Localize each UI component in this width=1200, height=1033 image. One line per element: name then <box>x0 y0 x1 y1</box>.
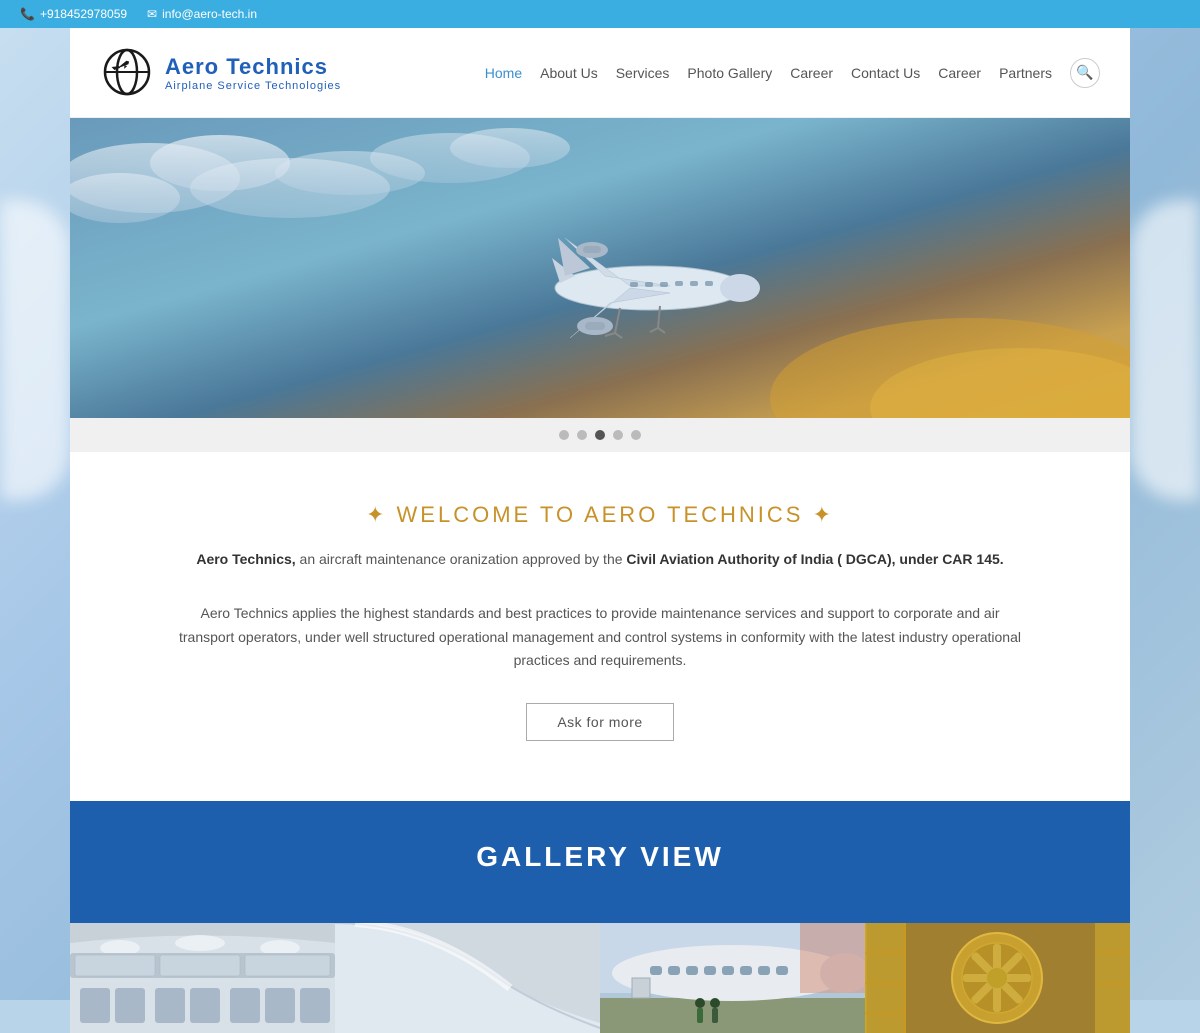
gallery-grid <box>70 923 1130 1033</box>
logo-subtitle: Airplane Service Technologies <box>165 80 341 92</box>
gallery-section: GALLERY VIEW <box>70 801 1130 923</box>
ask-more-button[interactable]: Ask for more <box>526 703 673 741</box>
gallery-item-engine[interactable] <box>865 923 1130 1033</box>
welcome-section: ✦ Welcome to Aero Technics ✦ Aero Techni… <box>70 452 1130 801</box>
search-button[interactable]: 🔍 <box>1070 58 1100 88</box>
slider-dot-2[interactable] <box>577 430 587 440</box>
logo-icon <box>100 45 155 100</box>
welcome-title: ✦ Welcome to Aero Technics ✦ <box>150 502 1050 528</box>
email-item: ✉ info@aero-tech.in <box>147 7 257 21</box>
main-wrapper: Aero Technics Airplane Service Technolog… <box>70 28 1130 1033</box>
nav-home[interactable]: Home <box>485 60 522 86</box>
nav-services[interactable]: Services <box>616 60 670 86</box>
main-nav: Home About Us Services Photo Gallery Car… <box>485 58 1100 88</box>
nav-contact[interactable]: Contact Us <box>851 60 920 86</box>
phone-item: 📞 +918452978059 <box>20 7 127 21</box>
nav-about[interactable]: About Us <box>540 60 598 86</box>
nav-partners[interactable]: Partners <box>999 60 1052 86</box>
logo[interactable]: Aero Technics Airplane Service Technolog… <box>100 45 341 100</box>
fuselage-svg <box>600 923 865 1033</box>
nav-career2[interactable]: Career <box>938 60 981 86</box>
cloud-left <box>0 200 70 500</box>
hero-slider <box>70 118 1130 418</box>
slider-dot-1[interactable] <box>559 430 569 440</box>
nav-gallery[interactable]: Photo Gallery <box>687 60 772 86</box>
hero-image <box>70 118 1130 418</box>
top-bar: 📞 +918452978059 ✉ info@aero-tech.in <box>0 0 1200 28</box>
gallery-item-nose[interactable] <box>335 923 600 1033</box>
interior-svg <box>70 923 335 1033</box>
header: Aero Technics Airplane Service Technolog… <box>70 28 1130 118</box>
slider-dot-3[interactable] <box>595 430 605 440</box>
slider-dot-5[interactable] <box>631 430 641 440</box>
slider-dots <box>70 418 1130 452</box>
authority: Civil Aviation Authority of India ( DGCA… <box>626 551 1003 567</box>
engine-svg <box>865 923 1130 1033</box>
welcome-body: Aero Technics, an aircraft maintenance o… <box>175 548 1025 572</box>
phone-number: +918452978059 <box>40 7 127 21</box>
cloud-right <box>1130 200 1200 500</box>
gallery-title: GALLERY VIEW <box>70 841 1130 873</box>
company-name: Aero Technics, <box>196 551 295 567</box>
nav-career[interactable]: Career <box>790 60 833 86</box>
logo-title: Aero Technics <box>165 54 341 80</box>
welcome-body-2: Aero Technics applies the highest standa… <box>175 602 1025 673</box>
email-address: info@aero-tech.in <box>162 7 257 21</box>
phone-icon: 📞 <box>20 7 35 21</box>
search-icon: 🔍 <box>1076 64 1093 81</box>
logo-text: Aero Technics Airplane Service Technolog… <box>165 54 341 92</box>
gallery-item-interior[interactable] <box>70 923 335 1033</box>
slider-dot-4[interactable] <box>613 430 623 440</box>
gallery-item-fuselage[interactable] <box>600 923 865 1033</box>
email-icon: ✉ <box>147 7 157 21</box>
hero-svg <box>70 118 1130 418</box>
nose-svg <box>335 923 600 1033</box>
